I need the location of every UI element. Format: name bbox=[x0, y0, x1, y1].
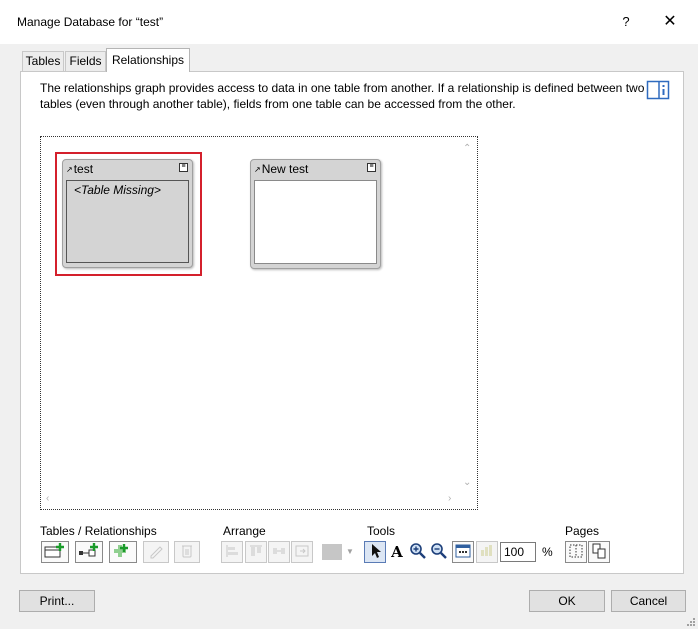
zoom-in-button[interactable] bbox=[408, 541, 428, 563]
add-table-icon bbox=[44, 543, 64, 558]
close-button[interactable]: ✕ bbox=[655, 9, 685, 35]
window-title: Manage Database for “test” bbox=[17, 15, 164, 29]
tab-relationships[interactable]: Relationships bbox=[106, 48, 190, 72]
resize-button[interactable] bbox=[291, 541, 313, 563]
zoom-out-button[interactable] bbox=[429, 541, 449, 563]
align-left-icon bbox=[226, 545, 238, 557]
horizontal-scrollbar[interactable]: ‹ › bbox=[42, 491, 458, 508]
scroll-down-icon[interactable]: ⌄ bbox=[463, 478, 471, 488]
color-picker-button[interactable]: ▼ bbox=[320, 541, 354, 563]
help-button[interactable]: ? bbox=[611, 9, 641, 35]
duplicate-icon bbox=[114, 544, 128, 557]
tab-tables[interactable]: Tables bbox=[22, 51, 64, 71]
page-breaks-icon bbox=[569, 544, 583, 558]
tools-label: Tools bbox=[367, 524, 396, 538]
page-setup-button[interactable] bbox=[588, 541, 610, 563]
table-name: New test bbox=[261, 162, 309, 176]
selection-tool-button[interactable] bbox=[364, 541, 386, 563]
table-fields-area bbox=[254, 180, 377, 264]
tab-fields[interactable]: Fields bbox=[65, 51, 106, 71]
pages-label: Pages bbox=[565, 524, 600, 538]
arrange-label: Arrange bbox=[223, 524, 266, 538]
delete-button[interactable] bbox=[174, 541, 200, 563]
resize-icon bbox=[295, 545, 309, 557]
add-relationship-icon bbox=[79, 543, 98, 557]
tables-relationships-label: Tables / Relationships bbox=[40, 524, 157, 538]
relationships-description: The relationships graph provides access … bbox=[40, 81, 645, 111]
page-setup-icon bbox=[592, 543, 606, 559]
scroll-up-icon[interactable]: ⌃ bbox=[463, 144, 471, 154]
zoom-to-fit-button[interactable] bbox=[452, 541, 474, 563]
zoom-percent-label: % bbox=[542, 545, 553, 559]
scroll-right-icon[interactable]: › bbox=[448, 494, 451, 504]
zoom-in-icon bbox=[410, 543, 426, 559]
table-arrow-icon: ↗ bbox=[254, 165, 261, 174]
page-breaks-button[interactable] bbox=[565, 541, 587, 563]
side-panel-icon bbox=[646, 80, 670, 100]
collapse-icon[interactable]: ≡ bbox=[367, 163, 376, 172]
resize-grip-icon[interactable] bbox=[686, 617, 696, 627]
ok-button[interactable]: OK bbox=[529, 590, 605, 612]
grid-icon bbox=[481, 545, 492, 556]
trash-icon bbox=[182, 545, 192, 558]
chevron-down-icon: ▼ bbox=[346, 547, 354, 556]
vertical-scrollbar[interactable]: ⌃ ⌄ bbox=[458, 138, 476, 492]
table-occurrence-new-test[interactable]: ↗New test ≡ bbox=[250, 159, 381, 269]
pointer-icon bbox=[372, 544, 381, 558]
text-tool-button[interactable]: A bbox=[387, 541, 407, 563]
selection-highlight bbox=[55, 152, 202, 276]
pencil-icon bbox=[150, 546, 163, 559]
align-top-button[interactable] bbox=[245, 541, 267, 563]
align-top-icon bbox=[250, 545, 262, 556]
add-relationship-button[interactable] bbox=[75, 541, 103, 563]
distribute-icon bbox=[273, 548, 285, 554]
table-header[interactable]: ↗New test bbox=[251, 160, 380, 178]
distribute-button[interactable] bbox=[268, 541, 290, 563]
fit-window-icon bbox=[455, 544, 471, 558]
add-table-button[interactable] bbox=[41, 541, 69, 563]
show-grid-button[interactable] bbox=[476, 541, 498, 563]
duplicate-button[interactable] bbox=[109, 541, 137, 563]
edit-button[interactable] bbox=[143, 541, 169, 563]
side-panel-toggle-button[interactable] bbox=[646, 80, 670, 100]
scroll-left-icon[interactable]: ‹ bbox=[46, 494, 49, 504]
zoom-out-icon bbox=[431, 543, 447, 559]
align-left-button[interactable] bbox=[221, 541, 243, 563]
color-swatch bbox=[322, 544, 342, 560]
cancel-button[interactable]: Cancel bbox=[611, 590, 686, 612]
zoom-level-input[interactable]: 100 bbox=[500, 542, 536, 562]
print-button[interactable]: Print... bbox=[19, 590, 95, 612]
title-bar: Manage Database for “test” ? ✕ bbox=[0, 0, 698, 44]
